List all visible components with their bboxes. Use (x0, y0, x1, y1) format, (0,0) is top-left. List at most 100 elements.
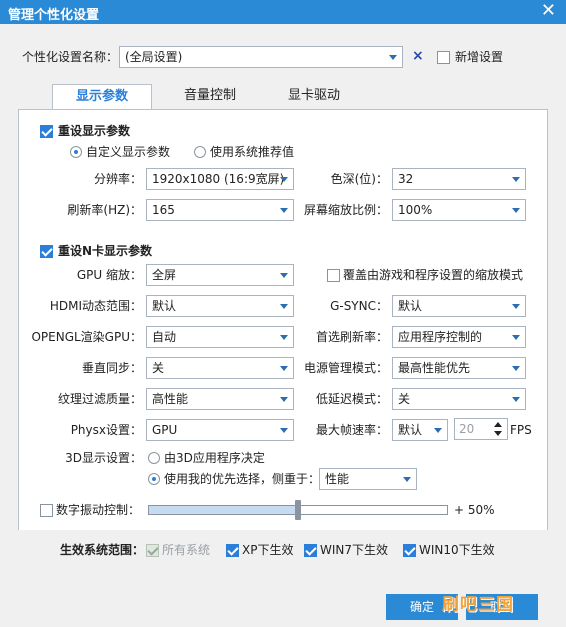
vibrance-checkbox[interactable] (40, 504, 53, 517)
chevron-down-icon (280, 335, 288, 340)
opengl-select[interactable]: 自动 (146, 326, 294, 348)
vsync-value: 关 (152, 361, 165, 375)
window-title: 管理个性化设置 (8, 8, 100, 23)
refresh-label: 刷新率(HZ)： (67, 203, 142, 217)
power-value: 最高性能优先 (398, 361, 471, 375)
scope-win10-checkbox[interactable] (403, 544, 416, 557)
s3d-pref-value: 性能 (325, 472, 350, 486)
radio-recommended-label: 使用系统推荐值 (210, 145, 295, 159)
s3d-radio-pref-label: 使用我的优先选择，侧重于： (164, 472, 321, 486)
pref-refresh-select[interactable]: 应用程序控制的 (392, 326, 526, 348)
max-fps-select[interactable]: 默认 (392, 419, 448, 441)
chevron-down-icon (280, 397, 288, 402)
max-fps-number: 20 (459, 422, 475, 436)
title-bar: 管理个性化设置 ✕ (0, 0, 566, 24)
new-setting-checkbox[interactable] (437, 51, 450, 64)
chevron-down-icon (280, 366, 288, 371)
tab-driver[interactable]: 显卡驱动 (264, 84, 364, 110)
color-depth-label: 色深(位)： (330, 172, 388, 186)
gpu-scale-select[interactable]: 全屏 (146, 264, 294, 286)
opengl-value: 自动 (152, 330, 177, 344)
chevron-down-icon (512, 304, 520, 309)
override-scaling-label: 覆盖由游戏和程序设置的缩放模式 (343, 268, 524, 282)
hdmi-value: 默认 (152, 299, 177, 313)
chevron-down-icon (280, 273, 288, 278)
resolution-select[interactable]: 1920x1080 (16:9宽屏) (146, 168, 294, 190)
gpu-scale-label: GPU 缩放： (76, 268, 142, 282)
tab-display[interactable]: 显示参数 (52, 84, 152, 110)
vsync-select[interactable]: 关 (146, 357, 294, 379)
new-setting-label: 新增设置 (455, 50, 504, 64)
tab-volume[interactable]: 音量控制 (160, 84, 260, 110)
radio-custom-label: 自定义显示参数 (86, 145, 171, 159)
texture-label: 纹理过滤质量： (57, 392, 142, 406)
power-label: 电源管理模式： (303, 361, 388, 375)
clear-profile-icon[interactable]: × (412, 48, 424, 64)
physx-label: Physx设置： (70, 423, 142, 437)
opengl-label: OPENGL渲染GPU： (31, 330, 142, 344)
reset-display-label: 重设显示参数 (58, 124, 131, 138)
max-fps-value: 默认 (398, 423, 423, 437)
reset-display-checkbox[interactable] (40, 125, 53, 138)
scope-all-checkbox (146, 544, 159, 557)
spin-up-icon[interactable] (494, 422, 502, 427)
chevron-down-icon (403, 477, 411, 482)
color-depth-select[interactable]: 32 (392, 168, 526, 190)
chevron-down-icon (512, 335, 520, 340)
physx-select[interactable]: GPU (146, 419, 294, 441)
resolution-label: 分辨率： (93, 172, 142, 186)
chevron-down-icon (389, 55, 397, 60)
pref-refresh-value: 应用程序控制的 (398, 330, 483, 344)
profile-label: 个性化设置名称： (22, 50, 119, 64)
scale-label: 屏幕缩放比例： (303, 203, 388, 217)
pref-refresh-label: 首选刷新率： (315, 330, 388, 344)
radio-custom[interactable] (70, 146, 82, 158)
refresh-select[interactable]: 165 (146, 199, 294, 221)
reset-nvidia-checkbox[interactable] (40, 245, 53, 258)
s3d-radio-app[interactable] (148, 452, 160, 464)
vibrance-fill (149, 506, 298, 514)
texture-select[interactable]: 高性能 (146, 388, 294, 410)
vibrance-value: + 50% (454, 503, 495, 517)
s3d-radio-pref[interactable] (148, 473, 160, 485)
profile-select[interactable]: (全局设置) (119, 46, 403, 68)
close-icon[interactable]: ✕ (541, 1, 556, 21)
chevron-down-icon (512, 366, 520, 371)
max-fps-spinner[interactable]: 20 (454, 418, 508, 440)
s3d-pref-select[interactable]: 性能 (319, 468, 417, 490)
reset-nvidia-label: 重设N卡显示参数 (58, 244, 153, 258)
gpu-scale-value: 全屏 (152, 268, 177, 282)
scope-label: 生效系统范围： (60, 543, 145, 557)
chevron-down-icon (512, 208, 520, 213)
spin-down-icon[interactable] (494, 431, 502, 436)
profile-value: (全局设置) (125, 50, 183, 64)
scope-xp-label: XP下生效 (242, 543, 294, 557)
latency-value: 关 (398, 392, 411, 406)
scope-win7-label: WIN7下生效 (320, 543, 389, 557)
chevron-down-icon (280, 177, 288, 182)
color-depth-value: 32 (398, 172, 414, 186)
gsync-select[interactable]: 默认 (392, 295, 526, 317)
latency-label: 低延迟模式： (315, 392, 388, 406)
radio-recommended[interactable] (194, 146, 206, 158)
vibrance-slider-handle[interactable] (295, 500, 301, 520)
chevron-down-icon (280, 304, 288, 309)
scale-select[interactable]: 100% (392, 199, 526, 221)
s3d-label: 3D显示设置： (65, 451, 142, 465)
gsync-value: 默认 (398, 299, 423, 313)
s3d-radio-app-label: 由3D应用程序决定 (164, 451, 265, 465)
override-scaling-checkbox[interactable] (327, 269, 340, 282)
chevron-down-icon (280, 428, 288, 433)
scope-win10-label: WIN10下生效 (419, 543, 495, 557)
latency-select[interactable]: 关 (392, 388, 526, 410)
chevron-down-icon (512, 177, 520, 182)
power-select[interactable]: 最高性能优先 (392, 357, 526, 379)
gsync-label: G-SYNC： (330, 299, 388, 313)
hdmi-select[interactable]: 默认 (146, 295, 294, 317)
scope-all-label: 所有系统 (162, 543, 211, 557)
scope-win7-checkbox[interactable] (304, 544, 317, 557)
scope-xp-checkbox[interactable] (226, 544, 239, 557)
scale-value: 100% (398, 203, 433, 217)
resolution-value: 1920x1080 (16:9宽屏) (152, 172, 285, 186)
watermark-logo: 刷吧三国 (442, 595, 514, 615)
